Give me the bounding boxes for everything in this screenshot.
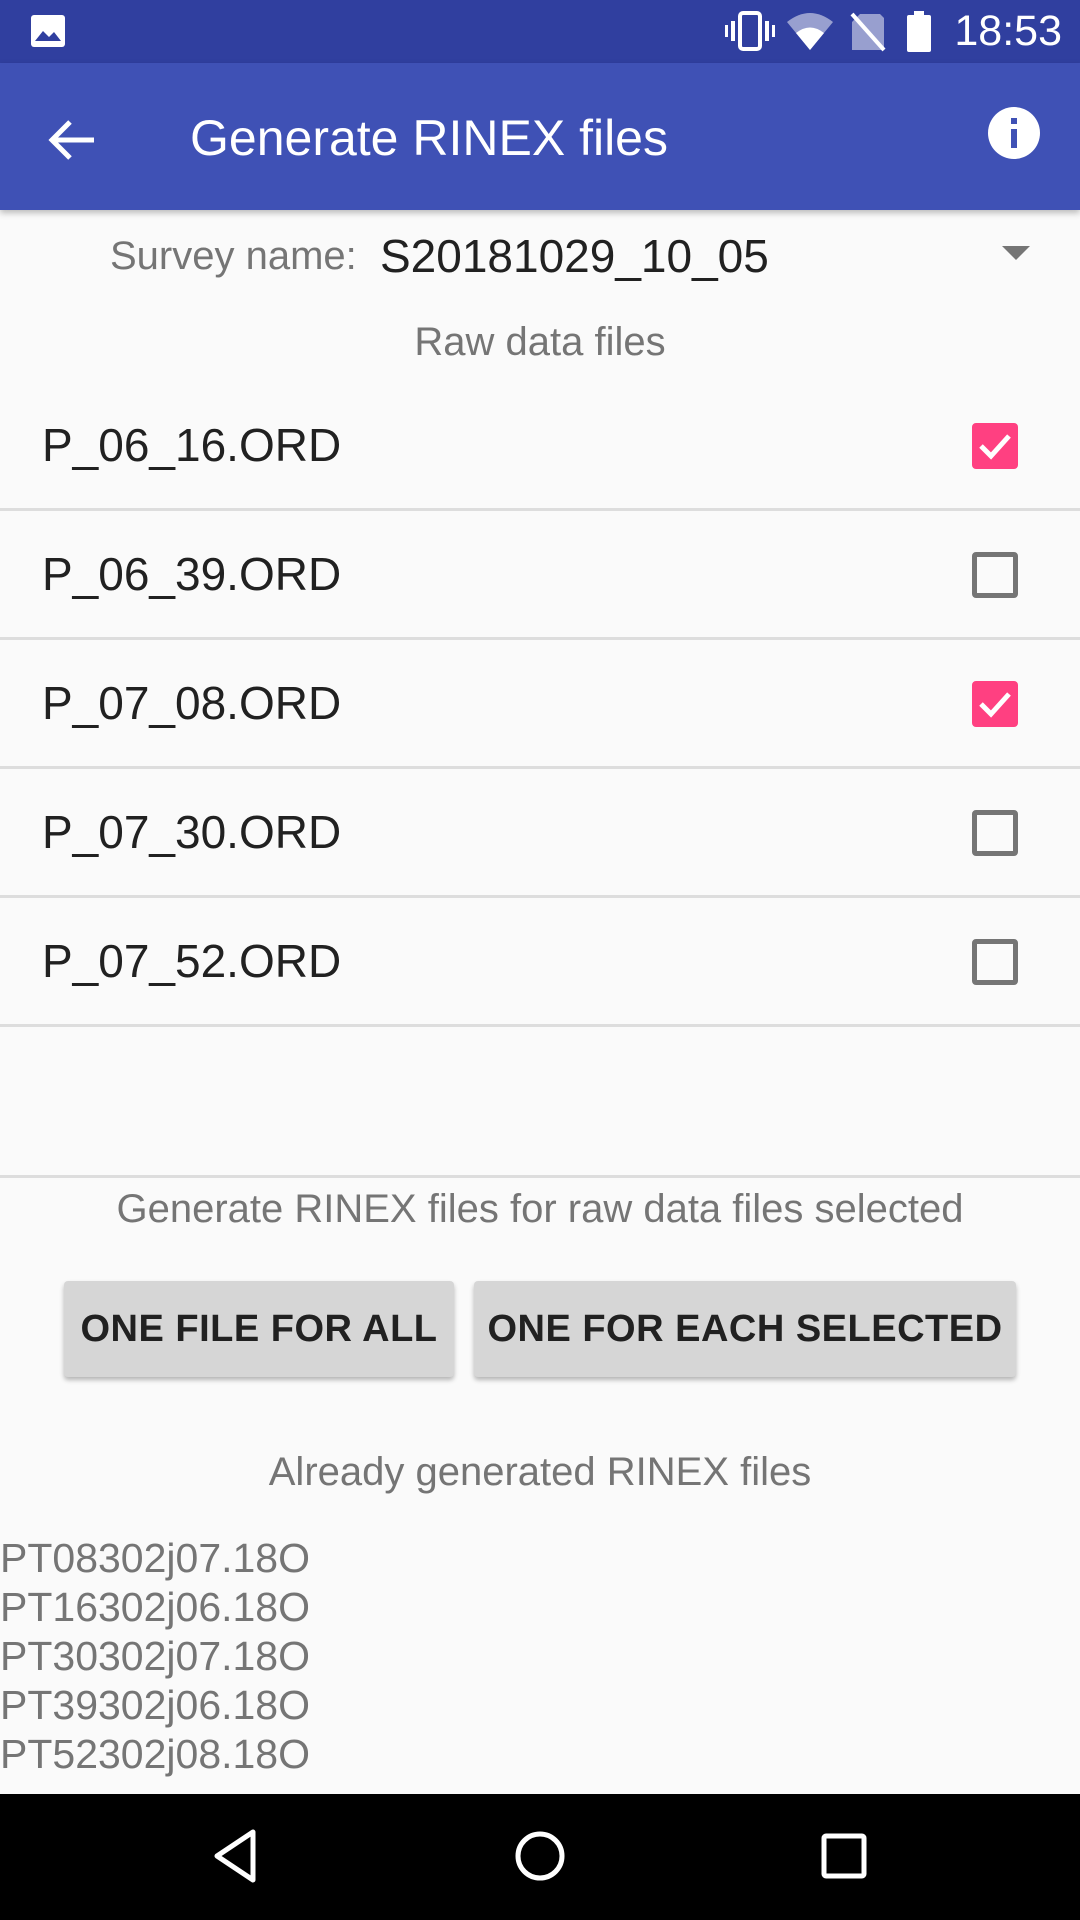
nav-back-icon: [214, 1829, 256, 1883]
file-checkbox[interactable]: [972, 423, 1018, 469]
generated-file: PT30302j07.18O: [0, 1633, 311, 1679]
page-title: Generate RINEX files: [190, 110, 668, 166]
back-button[interactable]: [36, 103, 110, 177]
generated-heading: Already generated RINEX files: [268, 1450, 812, 1494]
divider: [0, 1175, 1080, 1178]
list-item[interactable]: P_07_08.ORD: [0, 640, 1080, 769]
nav-home-button[interactable]: [508, 1824, 572, 1888]
nav-home-icon: [515, 1831, 565, 1881]
generate-heading: Generate RINEX files for raw data files …: [116, 1187, 964, 1231]
file-checkbox[interactable]: [972, 810, 1018, 856]
file-name: P_06_16.ORD: [42, 419, 342, 471]
generated-file: PT16302j06.18O: [0, 1584, 311, 1630]
raw-data-heading: Raw data files: [414, 320, 666, 364]
wifi-icon: [787, 13, 833, 50]
nav-recents-icon: [821, 1833, 867, 1879]
navigation-bar: [0, 1794, 1080, 1920]
list-item[interactable]: P_06_16.ORD: [0, 382, 1080, 511]
file-checkbox[interactable]: [972, 552, 1018, 598]
status-bar: 18:53: [0, 0, 1080, 63]
gallery-icon: [31, 15, 65, 47]
generated-file: PT52302j08.18O: [0, 1731, 311, 1777]
nav-recents-button[interactable]: [812, 1824, 876, 1888]
vibrate-icon: [725, 11, 775, 51]
no-sim-icon: [850, 12, 886, 52]
list-item[interactable]: P_06_39.ORD: [0, 511, 1080, 640]
app-bar: Generate RINEX files: [0, 63, 1080, 210]
list-item[interactable]: P_07_30.ORD: [0, 769, 1080, 898]
file-checkbox[interactable]: [972, 939, 1018, 985]
file-name: P_06_39.ORD: [42, 548, 342, 600]
chevron-down-icon: [1002, 246, 1030, 260]
file-name: P_07_52.ORD: [42, 935, 342, 987]
survey-name-dropdown[interactable]: S20181029_10_05: [370, 220, 1050, 292]
list-item[interactable]: P_07_52.ORD: [0, 898, 1080, 1027]
nav-back-button[interactable]: [205, 1824, 269, 1888]
screen: 18:53 Generate RINEX files Survey name: …: [0, 0, 1080, 1920]
one-for-each-selected-button[interactable]: ONE FOR EACH SELECTED: [474, 1281, 1016, 1377]
status-clock: 18:53: [954, 7, 1062, 55]
file-name: P_07_08.ORD: [42, 677, 342, 729]
generated-file: PT08302j07.18O: [0, 1535, 311, 1581]
survey-name-value: S20181029_10_05: [380, 230, 769, 282]
file-name: P_07_30.ORD: [42, 806, 342, 858]
file-checkbox[interactable]: [972, 681, 1018, 727]
survey-name-label: Survey name:: [110, 234, 357, 278]
battery-icon: [907, 11, 931, 52]
generated-file-list: PT08302j07.18O PT16302j06.18O PT30302j07…: [0, 1534, 1080, 1779]
one-file-for-all-button[interactable]: ONE FILE FOR ALL: [64, 1281, 454, 1377]
check-icon: [979, 692, 1011, 718]
generated-file: PT39302j06.18O: [0, 1682, 311, 1728]
arrow-back-icon: [48, 120, 94, 160]
info-button[interactable]: [986, 105, 1042, 161]
raw-file-list: P_06_16.ORD P_06_39.ORD P_07_08.ORD P_07…: [0, 382, 1080, 1027]
info-icon: [988, 107, 1040, 159]
check-icon: [979, 434, 1011, 460]
